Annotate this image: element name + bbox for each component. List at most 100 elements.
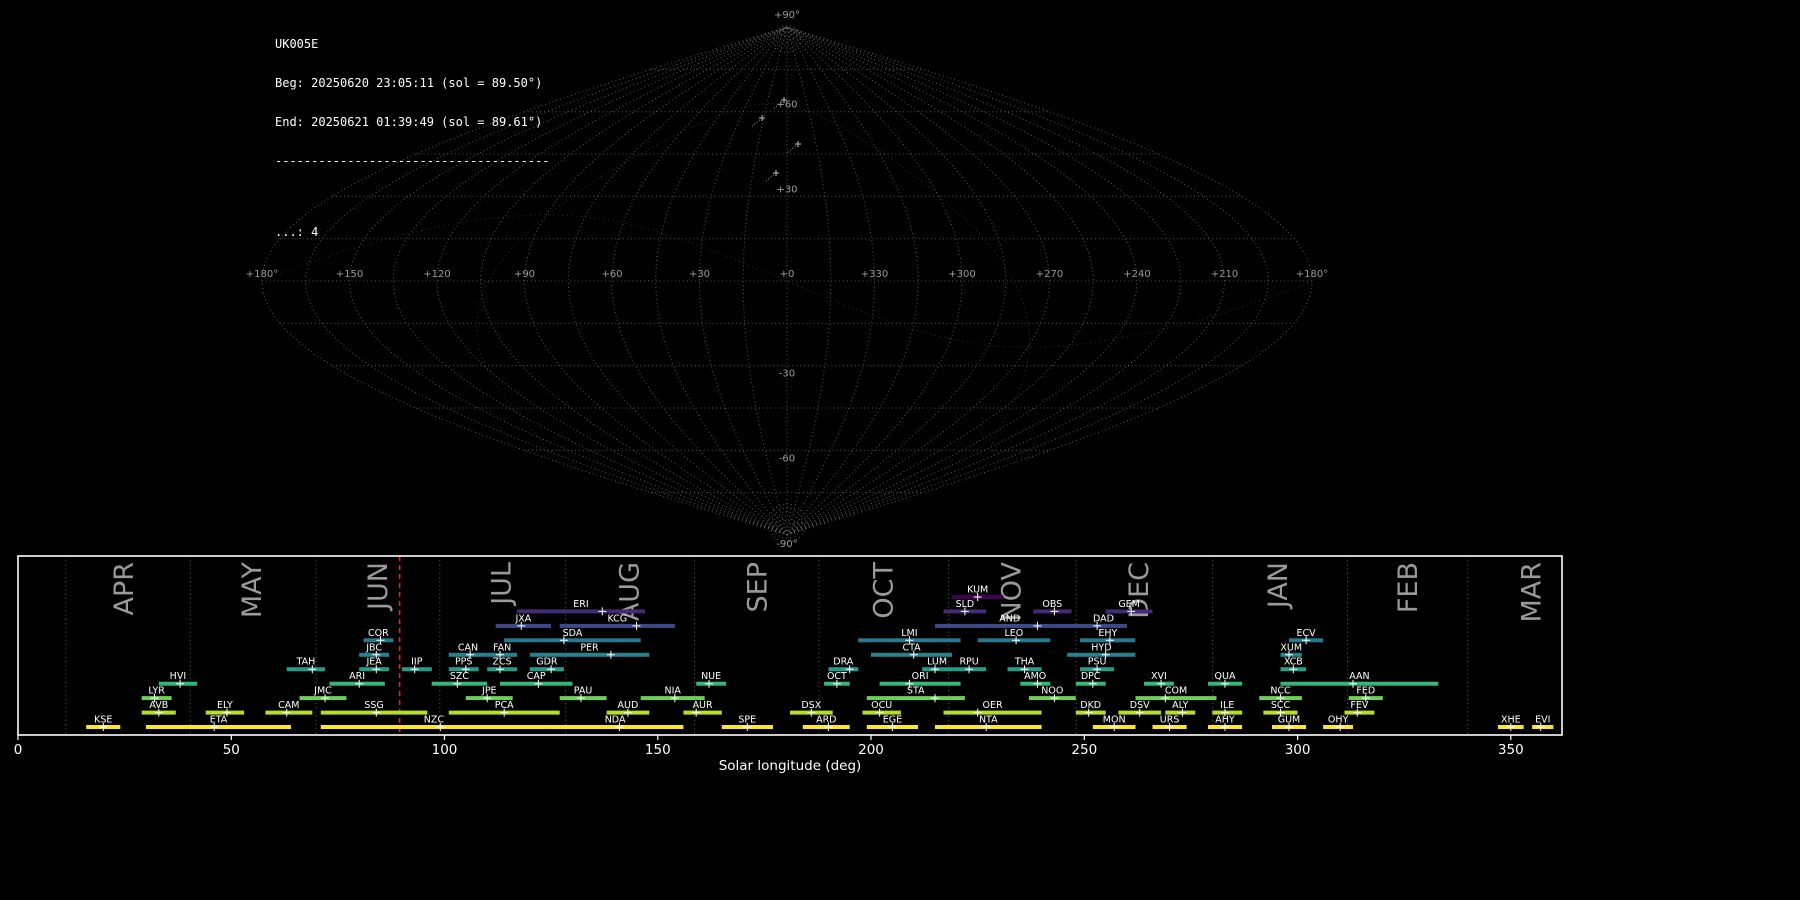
- peak-marker: [931, 694, 939, 703]
- shower-code-label: LMI: [901, 628, 917, 639]
- activity-timeline: APR MAY JUN JUL AUG SEP OCT NOV DEC JAN FEB MAR KSE E…: [14, 555, 1563, 774]
- dec-label: +90°: [774, 10, 800, 21]
- shower-activity-bar: [320, 725, 547, 729]
- shower-code-label: OCT: [827, 671, 847, 682]
- shower-code-label: DRA: [833, 657, 854, 668]
- shower-code-label: PAU: [574, 686, 593, 697]
- shower-code-label: XVI: [1151, 671, 1167, 682]
- shower-code-label: QUA: [1215, 671, 1236, 682]
- shower-code-label: FED: [1356, 686, 1375, 697]
- x-axis-title: Solar longitude (deg): [719, 758, 862, 774]
- ra-label: +240: [1123, 269, 1150, 280]
- shower-code-label: AMO: [1024, 671, 1046, 682]
- ra-label: +180°: [246, 269, 278, 280]
- shower-code-label: NZC: [424, 715, 445, 726]
- shower-code-label: TAH: [296, 657, 316, 668]
- ra-label: +0: [780, 269, 795, 280]
- shower-code-label: NDA: [605, 715, 626, 726]
- shower-code-label: AVB: [149, 700, 168, 711]
- end-time: End: 20250621 01:39:49 (sol = 89.61°): [275, 115, 543, 129]
- shower-code-label: DSV: [1130, 700, 1150, 711]
- shower-code-label: AUD: [618, 700, 639, 711]
- dec-label: +60: [776, 100, 797, 111]
- shower-activity-bar: [546, 725, 684, 729]
- shower-code-label: KSE: [94, 715, 112, 726]
- shower-code-label: THA: [1014, 657, 1035, 668]
- shower-code-label: SDA: [563, 628, 583, 639]
- month-label: JAN: [1263, 562, 1294, 610]
- shower-code-label: OHY: [1328, 715, 1349, 726]
- x-tick-label: 350: [1498, 742, 1524, 758]
- shower-code-label: ZCS: [493, 657, 512, 668]
- ra-label: +180°: [1296, 269, 1328, 280]
- shower-code-label: SSG: [364, 700, 383, 711]
- peak-marker: [606, 650, 615, 659]
- x-tick-label: 100: [432, 742, 458, 758]
- x-tick-label: 250: [1071, 742, 1097, 758]
- shower-code-label: LUM: [927, 657, 947, 668]
- ra-label: +120: [423, 269, 450, 280]
- shower-code-label: CAM: [278, 700, 299, 711]
- shower-code-label: SLD: [956, 599, 975, 610]
- shower-code-label: AUR: [693, 700, 713, 711]
- shower-code-label: NUE: [701, 671, 721, 682]
- station-id: UK005E: [275, 37, 319, 51]
- shower-code-label: XCB: [1284, 657, 1303, 668]
- ra-label: +210: [1211, 269, 1238, 280]
- shower-code-label: OCU: [871, 700, 892, 711]
- shower-code-label: ELY: [217, 700, 233, 711]
- shower-code-label: COM: [1165, 686, 1187, 697]
- ra-label: +270: [1036, 269, 1063, 280]
- shower-code-label: CTA: [902, 642, 921, 653]
- shower-code-label: PSU: [1088, 657, 1107, 668]
- shower-code-label: AAN: [1349, 671, 1369, 682]
- shower-code-label: NTA: [979, 715, 998, 726]
- shower-code-label: XHE: [1501, 715, 1521, 726]
- shower-code-label: KCG: [607, 613, 627, 624]
- separator-line: --------------------------------------: [275, 154, 550, 168]
- x-tick-label: 300: [1285, 742, 1311, 758]
- shower-activity-bar: [504, 638, 641, 643]
- shower-code-label: JXA: [514, 613, 531, 624]
- shower-code-label: URS: [1160, 715, 1180, 726]
- shower-code-label: IIP: [411, 657, 423, 668]
- shower-code-label: CAN: [458, 642, 478, 653]
- shower-code-label: PCA: [495, 700, 514, 711]
- shower-code-label: LEO: [1005, 628, 1024, 639]
- shower-code-label: RPU: [959, 657, 978, 668]
- meridian-line: [786, 26, 1094, 536]
- meridian-line: [698, 26, 788, 536]
- shower-code-label: COR: [368, 628, 389, 639]
- month-labels: APR MAY JUN JUL AUG SEP OCT NOV DEC JAN FEB MAR: [109, 561, 1548, 623]
- shower-code-label: AND: [999, 613, 1020, 624]
- shower-code-label: KUM: [967, 585, 988, 596]
- meteor-trail: [786, 143, 799, 154]
- shower-code-label: EVI: [1535, 715, 1550, 726]
- meridian-line: [523, 26, 788, 536]
- dec-label: -30: [779, 369, 795, 380]
- shower-code-label: SCC: [1271, 700, 1291, 711]
- meridian-line: [786, 26, 1051, 536]
- meteor-activity-plot: +180° +150 +120 +90 +60 +30 +0 +330 +300 +270 +240…: [0, 0, 1800, 900]
- shower-code-label: EHY: [1098, 628, 1117, 639]
- dec-label: -90°: [776, 539, 797, 550]
- shower-code-label: ECV: [1297, 628, 1317, 639]
- x-tick-label: 200: [858, 742, 884, 758]
- month-label: MAR: [1517, 562, 1548, 623]
- shower-code-label: GUM: [1278, 715, 1301, 726]
- month-label: JUN: [363, 562, 394, 612]
- meteor-trail: [750, 117, 763, 128]
- shower-code-label: HVI: [170, 671, 186, 682]
- shower-code-label: GEM: [1118, 599, 1140, 610]
- shower-code-label: JMC: [313, 686, 332, 697]
- shower-code-label: NOO: [1041, 686, 1063, 697]
- shower-code-label: STA: [907, 686, 925, 697]
- shower-code-label: LYR: [148, 686, 165, 697]
- month-label: SEP: [743, 562, 774, 612]
- shower-code-label: MON: [1103, 715, 1126, 726]
- peak-marker: [1033, 621, 1042, 630]
- shower-code-label: ERI: [573, 599, 588, 610]
- ra-label: +90: [514, 269, 535, 280]
- ra-label: +30: [689, 269, 710, 280]
- shower-code-label: FAN: [493, 642, 511, 653]
